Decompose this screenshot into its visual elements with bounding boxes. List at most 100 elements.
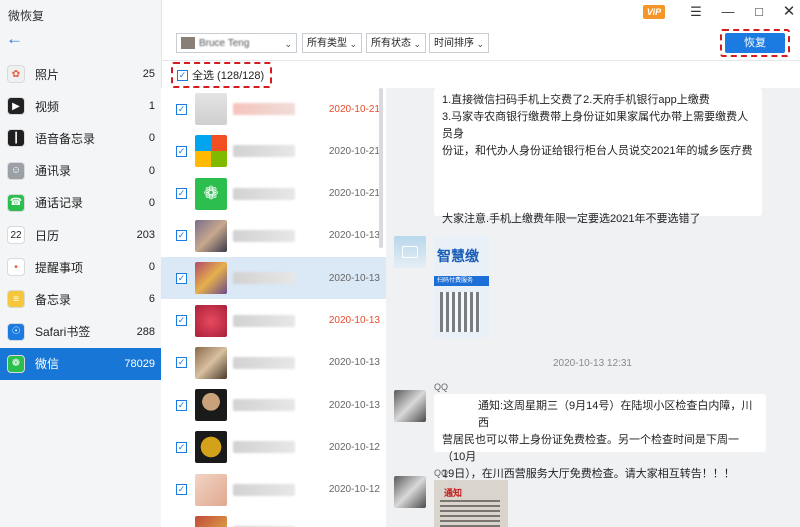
contacts-icon: ☺ — [7, 161, 25, 180]
sidebar-item[interactable]: ☺ 通讯录 0 — [0, 155, 161, 187]
conversation-date: 2020-10-21 — [328, 188, 380, 200]
sidebar-item-label: 微信 — [35, 357, 60, 372]
message-line: 1.直接微信扫码手机上交费了2.天府手机银行app上缴费 — [442, 94, 710, 106]
sidebar-item-label: 语音备忘录 — [35, 131, 96, 146]
sidebar-item[interactable]: ▶ 视频 1 — [0, 90, 161, 122]
contact-name-redacted — [233, 187, 295, 200]
contact-name-redacted — [233, 272, 295, 285]
account-name: Bruce Teng — [199, 38, 250, 49]
back-arrow-icon[interactable]: ← — [6, 30, 26, 48]
sidebar-item-label: 视频 — [35, 99, 60, 114]
type-filter-dropdown[interactable]: 所有类型 ⌄ — [302, 33, 362, 53]
maximize-icon[interactable]: □ — [750, 4, 768, 20]
conversation-row[interactable]: ✓ 2020-10-12 — [161, 426, 386, 468]
conversation-row[interactable]: ✓ 2020-10-13 — [161, 257, 386, 300]
conversation-row[interactable]: ✓ 2020-10-21 — [161, 88, 386, 130]
sidebar-item[interactable]: ┃ 语音备忘录 0 — [0, 122, 161, 154]
sidebar-item-count: 1 — [148, 100, 155, 113]
conversation-row[interactable]: ✓ ❁ 2020-10-21 — [161, 173, 386, 215]
row-checkbox[interactable]: ✓ — [176, 357, 187, 369]
avatar: ❁ — [195, 177, 227, 210]
avatar — [195, 262, 227, 295]
image-placeholder-icon — [402, 246, 418, 258]
message-line: 大家注意.手机上缴费年限一定要选2021年不要选错了 — [442, 213, 701, 225]
conversation-date: 2020-10-12 — [328, 441, 380, 453]
image-caption: 智慧缴 — [437, 248, 479, 264]
status-filter-dropdown[interactable]: 所有状态 ⌄ — [366, 33, 426, 53]
sort-label: 时间排序 — [434, 38, 474, 49]
sidebar-item[interactable]: ☉ Safari书签 288 — [0, 316, 161, 348]
message-image[interactable]: 通知 — [434, 480, 508, 527]
sidebar-item-count: 203 — [136, 229, 155, 241]
close-icon[interactable]: ✕ — [780, 4, 798, 20]
chevron-down-icon: ⌄ — [413, 39, 421, 49]
row-checkbox[interactable]: ✓ — [176, 188, 187, 200]
avatar — [195, 304, 227, 337]
chevron-down-icon: ⌄ — [476, 39, 484, 49]
chevron-down-icon: ⌄ — [284, 39, 292, 49]
vip-badge[interactable]: ViP — [643, 5, 665, 19]
contact-name-redacted — [233, 145, 295, 158]
sidebar-item[interactable]: ≡ 备忘录 6 — [0, 283, 161, 315]
chevron-down-icon: ⌄ — [349, 39, 357, 49]
restore-highlight — [720, 29, 790, 57]
sidebar-item[interactable]: ✿ 照片 25 — [0, 58, 161, 90]
sidebar-item[interactable]: ☎ 通话记录 0 — [0, 187, 161, 219]
reminders-icon: • — [7, 258, 25, 277]
sidebar-item-label: 备忘录 — [35, 292, 72, 307]
contact-name-redacted — [233, 103, 295, 115]
message-image[interactable]: 智慧缴 扫码付费服务 — [434, 236, 489, 338]
calendar-icon: 22 — [7, 226, 25, 244]
sidebar-item-count: 0 — [148, 164, 155, 177]
sidebar-item[interactable]: • 提醒事项 0 — [0, 251, 161, 283]
avatar — [195, 473, 227, 506]
status-filter-label: 所有状态 — [371, 38, 411, 49]
sender-name: QQ — [434, 382, 449, 392]
row-checkbox[interactable]: ✓ — [176, 484, 187, 496]
conversation-row[interactable]: ✓2020-10-12 — [161, 469, 386, 511]
contact-name-redacted — [233, 483, 295, 496]
photos-icon: ✿ — [7, 65, 25, 83]
row-checkbox[interactable]: ✓ — [176, 230, 187, 242]
row-checkbox[interactable]: ✓ — [176, 441, 187, 453]
sidebar-item-label: 日历 — [35, 228, 60, 243]
contact-name-redacted — [233, 441, 295, 454]
conversation-date: 2020-10-13 — [328, 230, 380, 242]
hamburger-icon[interactable]: ☰ — [687, 4, 705, 20]
message-line: 通知:这周星期三（9月14号）在陆坝小区检查白内障，川西 — [478, 400, 753, 429]
conversation-date: 2020-10-13 — [328, 315, 380, 326]
minimize-icon[interactable]: — — [719, 4, 737, 20]
select-all-highlight — [171, 62, 272, 88]
sidebar-item[interactable]: ❁ 微信 78029 — [0, 347, 161, 380]
account-dropdown[interactable]: Bruce Teng ⌄ — [176, 33, 297, 53]
conversation-row[interactable]: ✓ 2020-10-13 — [161, 215, 386, 257]
sidebar-item-count: 6 — [148, 293, 155, 306]
contact-name-redacted — [233, 229, 295, 242]
row-checkbox[interactable]: ✓ — [176, 272, 187, 284]
contact-name-redacted — [233, 314, 295, 327]
conversation-row[interactable]: ✓2020-10-12 — [161, 511, 386, 527]
message-line: 3.马家寺农商银行缴费带上身份证如果家属代办带上需要缴费人员身 — [442, 111, 749, 140]
row-checkbox[interactable]: ✓ — [176, 315, 187, 326]
list-scrollbar[interactable] — [379, 88, 383, 248]
conversation-date: 2020-10-21 — [328, 103, 380, 115]
sidebar-item-label: Safari书签 — [35, 325, 91, 340]
conversation-row[interactable]: ✓ 2020-10-13 — [161, 300, 386, 342]
sidebar-item-count: 0 — [148, 196, 155, 209]
image-caption: 通知 — [444, 488, 463, 498]
row-checkbox[interactable]: ✓ — [176, 399, 187, 411]
row-checkbox[interactable]: ✓ — [176, 145, 187, 157]
sidebar-item-count: 288 — [136, 325, 155, 338]
sidebar-item-label: 通讯录 — [35, 164, 72, 179]
row-checkbox[interactable]: ✓ — [176, 103, 187, 115]
avatar — [195, 346, 227, 379]
conversation-row[interactable]: ✓ 2020-10-13 — [161, 384, 386, 426]
conversation-row[interactable]: ✓ 2020-10-21 — [161, 130, 386, 172]
avatar — [195, 431, 227, 464]
message-timestamp: 2020-10-13 12:31 — [553, 358, 632, 369]
conversation-row[interactable]: ✓ 2020-10-13 — [161, 342, 386, 384]
sort-dropdown[interactable]: 时间排序 ⌄ — [429, 33, 489, 53]
contact-name-redacted — [233, 356, 295, 369]
chat-pane: 1.直接微信扫码手机上交费了2.天府手机银行app上缴费 3.马家寺农商银行缴费… — [386, 88, 800, 527]
sidebar-item[interactable]: 22 日历 203 — [0, 219, 161, 251]
